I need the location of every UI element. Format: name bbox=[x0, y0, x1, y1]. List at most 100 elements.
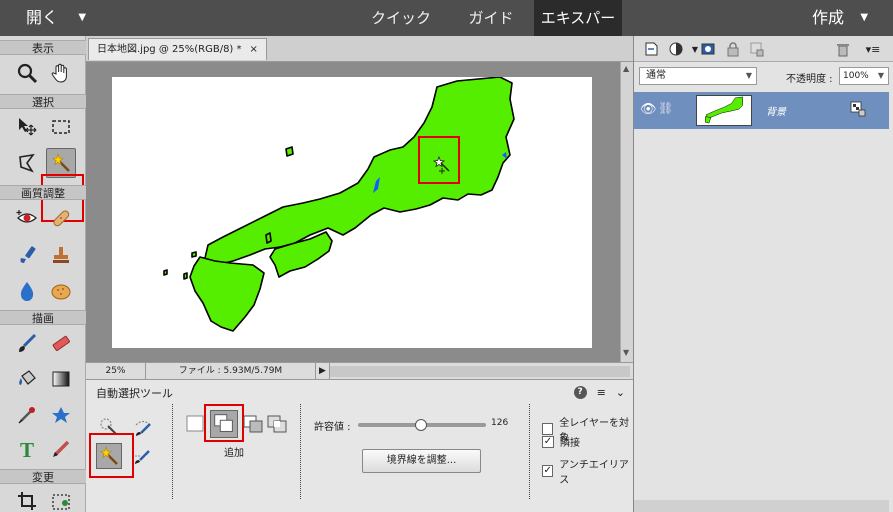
layer-row-background[interactable]: 👁 ⛓ 背景 bbox=[634, 92, 889, 129]
brush-tool[interactable] bbox=[12, 328, 42, 358]
blend-mode-value: 通常 bbox=[646, 70, 666, 81]
document-tab[interactable]: 日本地図.jpg @ 25%(RGB/8) * × bbox=[88, 38, 267, 60]
hand-icon bbox=[51, 63, 67, 83]
section-draw: 描画 bbox=[0, 310, 86, 325]
sponge-tool[interactable] bbox=[46, 276, 76, 306]
anti-alias-checkbox[interactable]: ✓ bbox=[542, 465, 554, 477]
layers-menu-icon[interactable]: ▾≡ bbox=[864, 40, 882, 58]
refine-brush-icon bbox=[135, 450, 150, 464]
magic-wand-icon bbox=[100, 446, 118, 465]
add-to-selection-mode-button[interactable] bbox=[210, 410, 238, 438]
selection-mode-caption: 追加 bbox=[224, 448, 244, 459]
tolerance-value[interactable]: 126 bbox=[491, 418, 508, 428]
contiguous-option[interactable]: ✓ 隣接 bbox=[542, 434, 580, 449]
horizontal-scrollbar[interactable] bbox=[330, 366, 630, 377]
lasso-tool[interactable] bbox=[12, 148, 42, 178]
tab-expert[interactable]: エキスパート bbox=[534, 0, 622, 63]
move-tool[interactable] bbox=[12, 112, 42, 142]
shape-icon bbox=[52, 407, 70, 423]
layer-lock-icon[interactable] bbox=[850, 101, 866, 117]
zoom-field[interactable]: 25% bbox=[86, 363, 146, 380]
link-icon[interactable]: ⛓ bbox=[658, 101, 673, 115]
sponge-icon bbox=[51, 284, 71, 300]
spot-healing-tool[interactable] bbox=[46, 203, 76, 233]
intersect-selection-mode-button[interactable] bbox=[266, 413, 288, 435]
blur-tool[interactable] bbox=[12, 276, 42, 306]
help-icon[interactable]: ? bbox=[573, 386, 587, 399]
open-menu-button[interactable]: 開く ▼ bbox=[8, 0, 86, 36]
recompose-tool[interactable] bbox=[46, 486, 76, 512]
new-selection-mode-button[interactable] bbox=[185, 413, 207, 435]
visibility-eye-icon[interactable]: 👁 bbox=[640, 102, 657, 117]
document-tab-title: 日本地図.jpg @ 25%(RGB/8) * bbox=[97, 44, 242, 55]
paint-bucket-tool[interactable] bbox=[12, 364, 42, 394]
quick-selection-icon bbox=[100, 418, 117, 435]
crop-tool[interactable] bbox=[12, 486, 42, 512]
blend-mode-select[interactable]: 通常 ▼ bbox=[639, 67, 757, 85]
contiguous-checkbox[interactable]: ✓ bbox=[542, 435, 554, 448]
eraser-tool[interactable] bbox=[46, 328, 76, 358]
hand-tool[interactable] bbox=[46, 58, 76, 88]
tab-quick[interactable]: クイック bbox=[366, 0, 436, 36]
rectangular-marquee-tool[interactable] bbox=[46, 112, 76, 142]
tab-guide[interactable]: ガイド bbox=[456, 0, 526, 36]
anti-alias-label: アンチエイリアス bbox=[559, 460, 629, 486]
layers-horizontal-scrollbar[interactable] bbox=[634, 500, 889, 512]
type-tool[interactable]: T bbox=[12, 434, 42, 464]
blend-mode-caret-icon: ▼ bbox=[745, 71, 752, 80]
magic-wand-tool-option[interactable] bbox=[96, 443, 122, 469]
honshu-region bbox=[204, 76, 515, 266]
smart-brush-tool[interactable] bbox=[12, 240, 42, 270]
adjustment-layer-icon[interactable] bbox=[667, 40, 685, 58]
type-t-icon: T bbox=[20, 438, 34, 460]
lock-all-icon[interactable] bbox=[724, 40, 742, 58]
svg-text:T: T bbox=[20, 438, 34, 460]
image-canvas[interactable] bbox=[112, 76, 592, 348]
zoom-tool[interactable] bbox=[12, 58, 42, 88]
layer-thumbnail-map bbox=[705, 96, 743, 124]
pencil-tool[interactable] bbox=[46, 434, 76, 464]
selection-brush-tool-option[interactable] bbox=[130, 414, 156, 440]
tool-options-panel: 自動選択ツール ? ≡ ⌄ 追加 許容値 : 126 境界線を調整... 全レイ… bbox=[86, 379, 633, 512]
red-eye-tool[interactable] bbox=[12, 203, 42, 233]
separator bbox=[529, 404, 530, 499]
bandage-icon bbox=[53, 210, 70, 227]
eyedropper-tool[interactable] bbox=[12, 400, 42, 430]
custom-shape-tool[interactable] bbox=[46, 400, 76, 430]
refine-edge-button[interactable]: 境界線を調整... bbox=[362, 449, 481, 473]
create-menu-button[interactable]: 作成 ▼ bbox=[796, 0, 874, 36]
collapse-panel-icon[interactable]: ⌄ bbox=[616, 386, 625, 399]
layer-name: 背景 bbox=[766, 107, 786, 118]
status-menu-arrow-icon[interactable]: ▶ bbox=[316, 363, 330, 380]
eraser-icon bbox=[52, 335, 70, 351]
open-menu-caret-icon: ▼ bbox=[78, 12, 87, 23]
gradient-tool[interactable] bbox=[46, 364, 76, 394]
status-bar: 25% ファイル : 5.93M/5.79M ▶ bbox=[86, 362, 633, 380]
quick-selection-tool-option[interactable] bbox=[96, 414, 122, 440]
vertical-scrollbar[interactable]: ▲ ▼ bbox=[620, 62, 633, 362]
refine-selection-brush-option[interactable] bbox=[130, 443, 156, 469]
toolbox: 表示 選択 画質調整 描画 T 変更 bbox=[0, 36, 86, 512]
close-tab-icon[interactable]: × bbox=[250, 39, 258, 60]
clone-stamp-tool[interactable] bbox=[46, 240, 76, 270]
anti-alias-option[interactable]: ✓ アンチエイリアス bbox=[542, 456, 633, 486]
opacity-field[interactable]: 100% ▼ bbox=[839, 67, 889, 85]
recompose-icon bbox=[52, 494, 70, 510]
layer-mask-icon[interactable] bbox=[699, 40, 717, 58]
delete-layer-icon[interactable] bbox=[834, 40, 852, 58]
magic-wand-tool[interactable] bbox=[46, 148, 76, 178]
awaji-island bbox=[265, 232, 272, 244]
tolerance-slider-thumb[interactable] bbox=[415, 419, 427, 431]
scroll-up-icon[interactable]: ▲ bbox=[623, 64, 629, 73]
pencil-icon bbox=[53, 440, 70, 457]
subtract-selection-mode-button[interactable] bbox=[242, 413, 264, 435]
separator bbox=[300, 404, 301, 499]
water-drop-icon bbox=[20, 282, 34, 301]
lock-transparent-icon[interactable] bbox=[748, 40, 766, 58]
tolerance-slider[interactable] bbox=[358, 419, 486, 431]
opacity-caret-icon: ▼ bbox=[877, 71, 884, 80]
scroll-down-icon[interactable]: ▼ bbox=[623, 348, 629, 357]
intersect-selection-icon bbox=[267, 415, 287, 433]
panel-menu-icon[interactable]: ≡ bbox=[597, 386, 606, 399]
new-layer-icon[interactable] bbox=[642, 40, 660, 58]
